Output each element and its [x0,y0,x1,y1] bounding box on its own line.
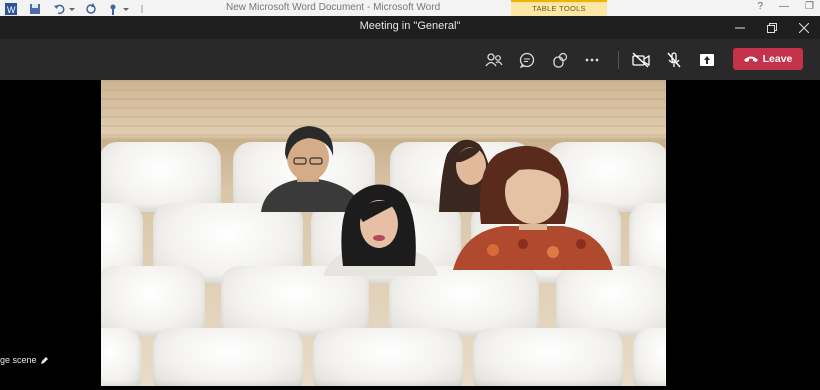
mic-off-icon[interactable] [663,49,685,71]
leave-button[interactable]: Leave [733,48,803,70]
meeting-title-bar: Meeting in "General" [0,16,820,39]
meeting-title: Meeting in "General" [359,20,461,32]
dropdown-arrow-icon[interactable] [69,2,75,14]
window-controls [724,16,820,39]
phone-hangup-icon [743,56,758,62]
reactions-icon[interactable] [549,49,571,71]
word-title-bar: W New Microsoft Word Document - Microsof… [0,0,820,17]
people-icon[interactable] [483,49,505,71]
meeting-toolbar: Leave [0,39,820,80]
more-icon[interactable] [581,49,603,71]
seat [313,328,463,386]
minimize-button[interactable] [724,16,756,39]
change-scene-label: ge scene [0,355,37,365]
word-quick-access: W [5,1,149,15]
seat [633,328,666,386]
seat [221,266,369,336]
share-icon[interactable] [696,49,718,71]
chat-icon[interactable] [516,49,538,71]
touch-mode-icon[interactable] [107,2,119,15]
close-button[interactable] [788,16,820,39]
restore-icon[interactable]: ❐ [805,1,814,12]
undo-icon[interactable] [53,2,65,14]
word-document-title: New Microsoft Word Document - Microsoft … [226,2,441,13]
minimize-icon [735,27,745,28]
leave-label: Leave [762,53,793,65]
more-commands-icon[interactable] [139,2,145,14]
maximize-icon [767,22,777,33]
seat [389,266,539,336]
table-tools-tab[interactable]: TABLE TOOLS [511,0,607,16]
seat [101,328,141,386]
participant-video[interactable] [453,140,613,270]
change-scene-button[interactable]: ge scene [0,355,49,365]
pencil-icon [40,356,48,364]
meeting-stage: ge scene [0,80,820,390]
seat [101,142,221,212]
word-app-icon: W [5,2,17,15]
seat [101,266,205,336]
wood-panel-wall [101,80,666,140]
close-icon [799,22,809,33]
save-icon[interactable] [29,2,41,14]
toolbar-divider [618,51,619,69]
customize-toolbar-icon[interactable] [123,2,129,14]
camera-off-icon[interactable] [630,49,652,71]
seat [153,328,303,386]
help-button[interactable]: ? [757,1,763,12]
together-mode-scene [101,80,666,386]
word-window-controls: ? — ❐ [757,1,814,12]
maximize-button[interactable] [756,16,788,39]
redo-icon[interactable] [85,2,97,14]
participant-video[interactable] [323,176,438,276]
seat [556,266,666,336]
seat [473,328,623,386]
svg-text:W: W [7,5,16,15]
minimize-icon[interactable]: — [779,1,789,12]
